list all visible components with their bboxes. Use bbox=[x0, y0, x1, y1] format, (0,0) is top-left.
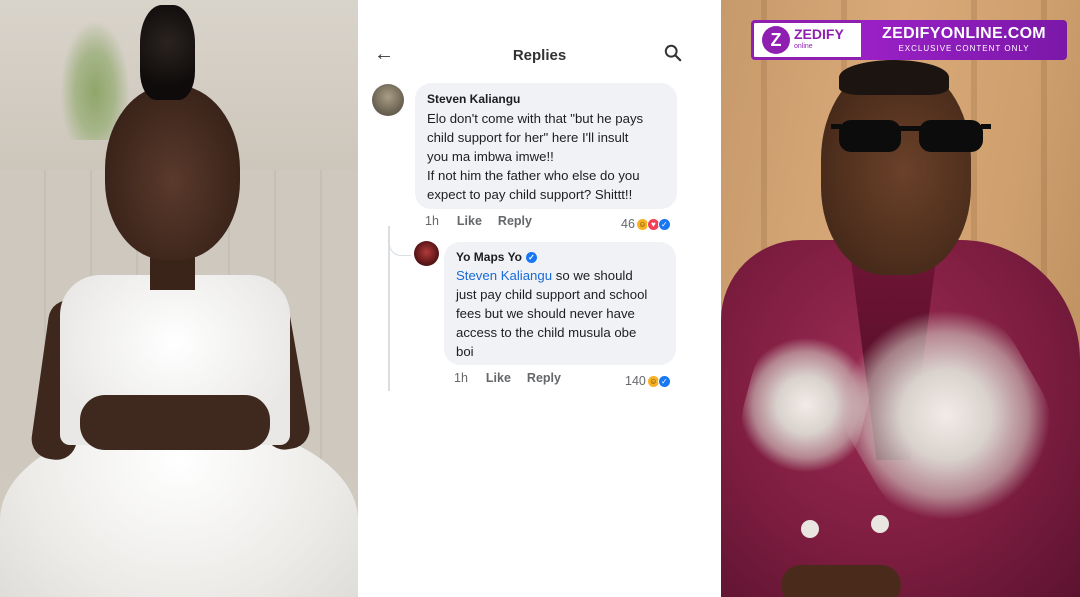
girl-head bbox=[105, 85, 240, 260]
logo-subtext: online bbox=[794, 43, 813, 50]
logo-letter: Z bbox=[762, 26, 790, 54]
comment-line-text: so we should bbox=[552, 268, 633, 283]
watermark-banner: ZEDIFYONLINE.COM EXCLUSIVE CONTENT ONLY bbox=[861, 20, 1067, 60]
left-photo-girl bbox=[0, 0, 358, 597]
top-bar: ← Replies bbox=[358, 40, 721, 70]
comment-line: boi bbox=[456, 344, 474, 359]
comment-line: expect to pay child support? Shittt!! bbox=[427, 187, 633, 202]
comment-line: access to the child musula obe bbox=[456, 325, 637, 340]
like-button[interactable]: Like bbox=[486, 371, 511, 385]
like-reaction-icon: ✓ bbox=[657, 217, 671, 231]
comment-time: 1h bbox=[425, 214, 439, 228]
thread-connector bbox=[389, 232, 411, 256]
like-button[interactable]: Like bbox=[457, 214, 482, 228]
like-reaction-icon: ✓ bbox=[657, 374, 671, 388]
comment-actions: 1h Like Reply bbox=[454, 371, 561, 385]
comment-line: you ma imbwa imwe!! bbox=[427, 149, 554, 164]
comment-line: Steven Kaliangu so we should bbox=[456, 266, 671, 285]
watermark-subtitle: EXCLUSIVE CONTENT ONLY bbox=[898, 44, 1030, 53]
jacket-button bbox=[801, 520, 819, 538]
man-hair bbox=[839, 60, 949, 95]
comment-line: Elo don't come with that "but he pays bbox=[427, 111, 644, 126]
reaction-summary[interactable]: 46 ☺ ♥ ✓ bbox=[621, 217, 671, 231]
reaction-summary[interactable]: 140 ☺ ✓ bbox=[625, 374, 671, 388]
logo-text: ZEDIFY bbox=[794, 26, 844, 42]
sunglasses bbox=[831, 120, 991, 152]
girl-hair-bun bbox=[140, 5, 195, 100]
mention-link[interactable]: Steven Kaliangu bbox=[456, 268, 552, 283]
verified-badge-icon: ✓ bbox=[526, 251, 538, 263]
comment-line: child support for her" here I'll insult bbox=[427, 130, 629, 145]
comment-bubble: Steven Kaliangu Elo don't come with that… bbox=[415, 83, 677, 209]
search-icon[interactable] bbox=[664, 44, 682, 62]
comment-bubble: Yo Maps Yo ✓ Steven Kaliangu so we shoul… bbox=[444, 242, 676, 365]
man-head bbox=[821, 65, 971, 275]
avatar[interactable] bbox=[372, 84, 404, 116]
reaction-count: 46 bbox=[621, 217, 635, 231]
comment-actions: 1h Like Reply bbox=[425, 214, 532, 228]
comment-author-row: Yo Maps Yo ✓ bbox=[456, 250, 538, 264]
thread-line bbox=[388, 226, 390, 391]
watermark-title: ZEDIFYONLINE.COM bbox=[882, 25, 1046, 42]
comment-line: If not him the father who else do you bbox=[427, 168, 640, 183]
reply-button[interactable]: Reply bbox=[527, 371, 561, 385]
reply-button[interactable]: Reply bbox=[498, 214, 532, 228]
man-hand bbox=[781, 565, 901, 597]
comment-text: Steven Kaliangu so we should just pay ch… bbox=[456, 266, 671, 361]
comment-author[interactable]: Steven Kaliangu bbox=[427, 92, 520, 106]
avatar[interactable] bbox=[414, 241, 439, 266]
watermark-logo: Z ZEDIFY online bbox=[751, 20, 861, 60]
jacket-button bbox=[871, 515, 889, 533]
comment-line: fees but we should never have bbox=[456, 306, 635, 321]
reaction-count: 140 bbox=[625, 374, 646, 388]
comment-text: Elo don't come with that "but he pays ch… bbox=[427, 109, 672, 204]
girl-hands bbox=[80, 395, 270, 450]
comment-time: 1h bbox=[454, 371, 468, 385]
replies-screenshot: ← Replies Steven Kaliangu Elo don't come… bbox=[358, 0, 721, 597]
comment-author[interactable]: Yo Maps Yo bbox=[456, 250, 522, 264]
site-watermark: Z ZEDIFY online ZEDIFYONLINE.COM EXCLUSI… bbox=[751, 20, 1067, 60]
comment-line: just pay child support and school bbox=[456, 287, 648, 302]
right-photo-man: Z ZEDIFY online ZEDIFYONLINE.COM EXCLUSI… bbox=[721, 0, 1080, 597]
